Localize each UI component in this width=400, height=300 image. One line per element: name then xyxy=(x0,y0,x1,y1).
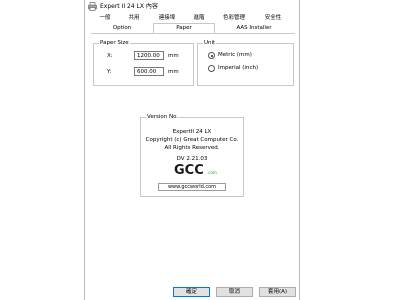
metric-radio[interactable] xyxy=(208,52,215,59)
properties-dialog: Expert II 24 LX 內容 一般 共用 連接埠 進階 色彩管理 安全性… xyxy=(84,0,300,300)
tab-row-upper: 一般 共用 連接埠 進階 色彩管理 安全性 xyxy=(91,14,295,23)
ok-button[interactable]: 確定 xyxy=(173,287,210,297)
metric-label: Metric (mm) xyxy=(218,52,252,58)
x-unit-label: mm xyxy=(168,53,179,59)
tab-advanced[interactable]: 進階 xyxy=(185,14,213,23)
tab-sharing[interactable]: 共用 xyxy=(119,14,149,23)
dialog-buttons: 確定 取消 套用(A) xyxy=(85,284,299,300)
imperial-radio[interactable] xyxy=(208,65,215,72)
x-label: X: xyxy=(107,53,113,59)
copyright-text: Copyright (c) Great Computer Co. xyxy=(145,137,239,143)
tab-ports[interactable]: 連接埠 xyxy=(149,14,185,23)
tab-general[interactable]: 一般 xyxy=(91,14,119,23)
tab-row-lower: Option Paper AAS Installer xyxy=(91,23,295,34)
tab-security[interactable]: 安全性 xyxy=(255,14,291,23)
unit-title: Unit xyxy=(203,40,217,47)
tab-color-management[interactable]: 色彩管理 xyxy=(213,14,255,23)
logo-suffix: .com xyxy=(207,170,217,175)
printer-icon xyxy=(88,2,97,11)
window-title: Expert II 24 LX 內容 xyxy=(100,3,158,10)
unit-group: Unit Metric (mm) Imperial (inch) xyxy=(197,40,294,86)
version-title: Version No. xyxy=(146,114,180,121)
y-unit-label: mm xyxy=(168,69,179,75)
y-size-input[interactable] xyxy=(134,67,164,76)
imperial-label: Imperial (inch) xyxy=(218,65,259,71)
x-size-input[interactable] xyxy=(134,51,164,60)
product-name: ExpertII 24 LX xyxy=(172,129,212,135)
gcc-logo: GCC .com xyxy=(174,163,217,176)
title-bar[interactable]: Expert II 24 LX 內容 xyxy=(85,0,299,13)
apply-button[interactable]: 套用(A) xyxy=(259,287,296,297)
paper-size-title: Paper Size xyxy=(99,40,130,47)
tab-option[interactable]: Option xyxy=(91,24,153,33)
cancel-button[interactable]: 取消 xyxy=(216,287,253,297)
tab-aas-installer[interactable]: AAS Installer xyxy=(215,24,293,33)
rights-text: All Rights Reserved. xyxy=(164,145,220,151)
website-link[interactable]: www.gccworld.com xyxy=(158,183,226,191)
tab-paper[interactable]: Paper xyxy=(153,23,215,33)
paper-size-group: Paper Size X: mm Y: mm xyxy=(93,40,194,86)
y-label: Y: xyxy=(107,69,112,75)
logo-text: GCC xyxy=(174,163,204,176)
